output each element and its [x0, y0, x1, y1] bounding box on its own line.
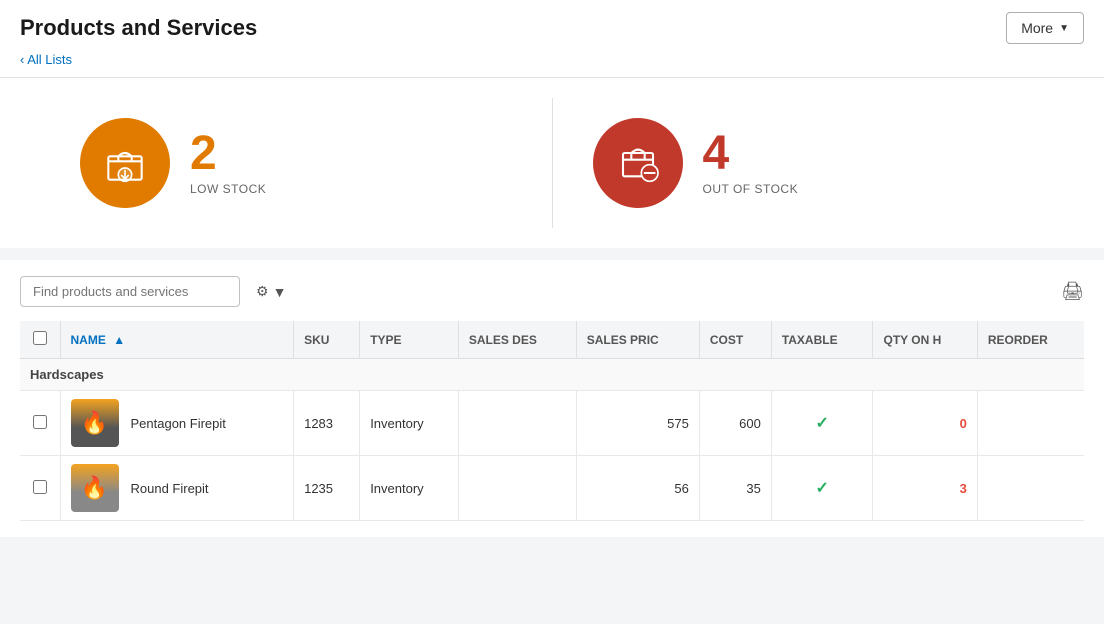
out-of-stock-circle	[593, 118, 683, 208]
box-down-icon	[100, 138, 150, 188]
low-stock-info: 2 LOW STOCK	[190, 130, 266, 196]
qty-cell: 0	[873, 391, 977, 456]
qty-value: 0	[960, 416, 967, 431]
taxable-cell: ✓	[771, 391, 873, 456]
sales-desc-cell	[458, 391, 576, 456]
row-checkbox-cell	[20, 391, 60, 456]
col-reorder[interactable]: REORDER	[977, 321, 1084, 359]
row-checkbox-cell	[20, 456, 60, 521]
all-lists-link[interactable]: All Lists	[20, 52, 72, 67]
type-cell: Inventory	[360, 391, 459, 456]
row-checkbox[interactable]	[33, 480, 47, 494]
col-sales-price[interactable]: SALES PRIC	[576, 321, 699, 359]
stock-cards-section: 2 LOW STOCK 4 OUT OF STOCK	[0, 78, 1104, 248]
low-stock-number: 2	[190, 130, 266, 178]
out-of-stock-label: OUT OF STOCK	[703, 182, 799, 196]
product-image: 🔥	[71, 464, 119, 512]
col-name[interactable]: NAME ▲	[60, 321, 294, 359]
reorder-cell	[977, 456, 1084, 521]
col-type[interactable]: TYPE	[360, 321, 459, 359]
filter-button[interactable]: ⚙ ▼	[250, 279, 292, 304]
cost-cell: 35	[699, 456, 771, 521]
out-of-stock-number: 4	[703, 130, 799, 178]
sort-arrow-icon: ▲	[113, 333, 125, 347]
box-blocked-icon	[613, 138, 663, 188]
more-label: More	[1021, 20, 1053, 36]
filter-icon: ⚙	[256, 283, 269, 300]
product-name: Pentagon Firepit	[131, 416, 226, 431]
type-cell: Inventory	[360, 456, 459, 521]
out-of-stock-card[interactable]: 4 OUT OF STOCK	[553, 98, 1065, 228]
taxable-checkmark: ✓	[815, 415, 828, 432]
select-all-checkbox[interactable]	[33, 331, 47, 345]
col-qty-on-hand[interactable]: QTY ON H	[873, 321, 977, 359]
product-name: Round Firepit	[131, 481, 209, 496]
print-icon: 🖨	[1061, 281, 1084, 301]
page-header: Products and Services More ▼ All Lists	[0, 0, 1104, 78]
qty-value: 3	[960, 481, 967, 496]
page-title: Products and Services	[20, 15, 257, 41]
more-button[interactable]: More ▼	[1006, 12, 1084, 44]
low-stock-label: LOW STOCK	[190, 182, 266, 196]
col-name-label: NAME	[71, 333, 106, 347]
low-stock-circle	[80, 118, 170, 208]
table-row: 🔥 Pentagon Firepit 1283 Inventory 575 60…	[20, 391, 1084, 456]
group-hardscapes: Hardscapes	[20, 359, 1084, 391]
table-row: 🔥 Round Firepit 1235 Inventory 56 35 ✓ 3	[20, 456, 1084, 521]
product-cell: 🔥 Pentagon Firepit	[71, 399, 284, 447]
sku-cell: 1283	[294, 391, 360, 456]
sku-cell: 1235	[294, 456, 360, 521]
product-image: 🔥	[71, 399, 119, 447]
sales-price-cell: 56	[576, 456, 699, 521]
chevron-down-icon: ▼	[1059, 23, 1069, 34]
product-cell: 🔥 Round Firepit	[71, 464, 284, 512]
qty-cell: 3	[873, 456, 977, 521]
breadcrumb: All Lists	[20, 52, 1084, 77]
select-all-header	[20, 321, 60, 359]
low-stock-card[interactable]: 2 LOW STOCK	[40, 98, 553, 228]
taxable-checkmark: ✓	[815, 480, 828, 497]
products-table-section: ⚙ ▼ 🖨 NAME ▲ SKU TYPE SALES DES SALES PR…	[0, 260, 1104, 537]
products-table: NAME ▲ SKU TYPE SALES DES SALES PRIC COS…	[20, 321, 1084, 521]
sales-desc-cell	[458, 456, 576, 521]
group-label: Hardscapes	[20, 359, 1084, 391]
row-checkbox[interactable]	[33, 415, 47, 429]
product-name-cell: 🔥 Round Firepit	[60, 456, 294, 521]
table-header-row: NAME ▲ SKU TYPE SALES DES SALES PRIC COS…	[20, 321, 1084, 359]
col-cost[interactable]: COST	[699, 321, 771, 359]
taxable-cell: ✓	[771, 456, 873, 521]
cost-cell: 600	[699, 391, 771, 456]
out-of-stock-info: 4 OUT OF STOCK	[703, 130, 799, 196]
sales-price-cell: 575	[576, 391, 699, 456]
product-name-cell: 🔥 Pentagon Firepit	[60, 391, 294, 456]
col-taxable[interactable]: TAXABLE	[771, 321, 873, 359]
reorder-cell	[977, 391, 1084, 456]
col-sales-desc[interactable]: SALES DES	[458, 321, 576, 359]
filter-dropdown-icon: ▼	[273, 284, 287, 300]
search-input[interactable]	[20, 276, 240, 307]
print-button[interactable]: 🖨	[1061, 281, 1084, 302]
col-sku[interactable]: SKU	[294, 321, 360, 359]
toolbar: ⚙ ▼ 🖨	[20, 276, 1084, 307]
